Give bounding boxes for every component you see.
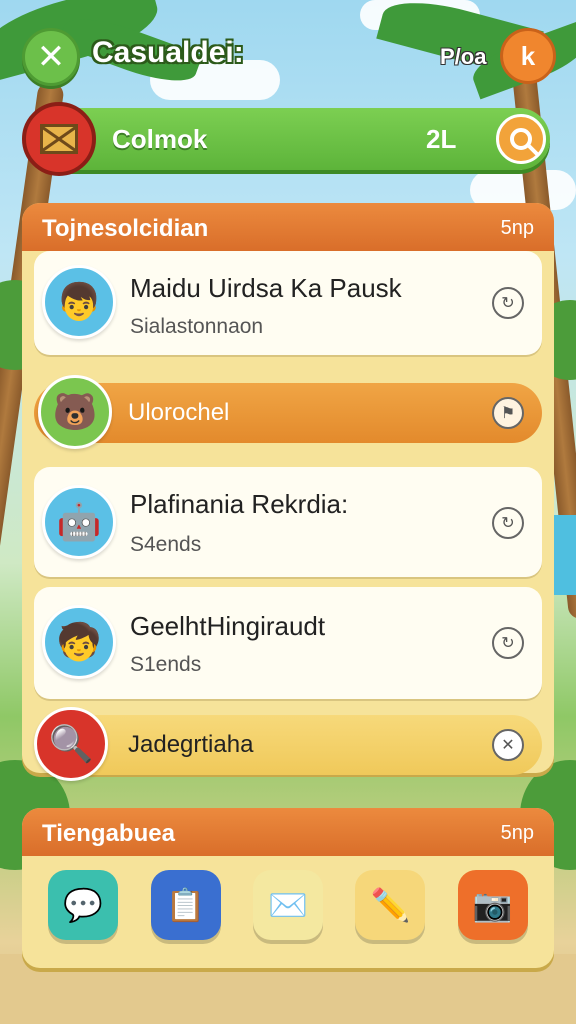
list-item[interactable]: 👦 Maidu Uirdsa Ka Pausk Sialastonnaon ↻ [34, 251, 542, 355]
envelope-icon [40, 124, 78, 154]
banner-label: Colmok [112, 124, 208, 154]
top-bar: ✕ Casualdei: P/oa k [0, 22, 576, 92]
search-icon [510, 128, 532, 150]
list-item-subtitle: S4ends [130, 533, 202, 556]
refresh-icon[interactable]: ↻ [492, 287, 524, 319]
app-title: Casualdei: [92, 36, 244, 69]
pencil-app-icon[interactable]: ✏️ [355, 870, 426, 940]
chat-app-icon[interactable]: 💬 [48, 870, 119, 940]
bottom-panel-header: Tiengabuea 5np [22, 808, 554, 856]
app-row: 💬 📋 ✉️ ✏️ 📷 [22, 870, 554, 940]
robot-avatar-icon: 🤖 [42, 485, 116, 559]
list-item-subtitle: Sialastonnaon [130, 315, 264, 338]
list-item-title: Jadegrtiaha [128, 731, 254, 758]
list-item-title: Plafinania Rekrdia: [130, 489, 349, 519]
list-item-title: Maidu Uirdsa Ka Pausk [130, 273, 402, 303]
bottom-panel-title: Tiengabuea [42, 820, 175, 847]
cat-boy-avatar-icon: 🧒 [42, 605, 116, 679]
list-item-title: GeelhtHingiraudt [130, 611, 326, 641]
list-item[interactable]: 🧒 GeelhtHingiraudt S1ends ↻ [34, 587, 542, 699]
bear-avatar-icon: 🐻 [38, 375, 112, 449]
list-item[interactable]: 🤖 Plafinania Rekrdia: S4ends ↻ [34, 467, 542, 577]
close-button[interactable]: ✕ [22, 28, 80, 86]
main-panel-right-label: 5np [500, 217, 534, 239]
camera-app-icon[interactable]: 📷 [457, 870, 528, 940]
search-banner[interactable]: Colmok 2L [22, 102, 550, 176]
refresh-icon[interactable]: ↻ [492, 627, 524, 659]
bottom-panel-right-label: 5np [500, 822, 534, 844]
close-icon: ✕ [36, 38, 66, 76]
mail-app-icon[interactable]: ✉️ [252, 870, 323, 940]
list-item[interactable]: 🔍 Jadegrtiaha ✕ [34, 707, 542, 781]
main-panel: Tojnesolcidian 5np 👦 Maidu Uirdsa Ka Pau… [22, 203, 554, 781]
banner-count: 2L [426, 124, 457, 154]
refresh-icon[interactable]: ↻ [492, 507, 524, 539]
boy-avatar-icon: 👦 [42, 265, 116, 339]
top-right-label: P/oa [440, 44, 487, 69]
notes-app-icon[interactable]: 📋 [150, 870, 221, 940]
main-panel-title: Tojnesolcidian [42, 215, 209, 242]
list-item-title: Ulorochel [128, 399, 230, 426]
profile-button[interactable]: k [500, 28, 556, 84]
list-item-subtitle: S1ends [130, 653, 202, 676]
banner-badge [22, 102, 96, 176]
bottom-panel: Tiengabuea 5np 💬 📋 ✉️ ✏️ 📷 [22, 808, 554, 968]
flag-icon[interactable]: ⚑ [492, 397, 524, 429]
main-panel-header: Tojnesolcidian 5np [22, 203, 554, 251]
profile-icon: k [520, 40, 536, 71]
search-avatar-icon: 🔍 [34, 707, 108, 781]
close-icon[interactable]: ✕ [492, 729, 524, 761]
list-item[interactable]: 🐻 Ulorochel ⚑ [34, 375, 542, 449]
search-button[interactable] [496, 114, 546, 164]
